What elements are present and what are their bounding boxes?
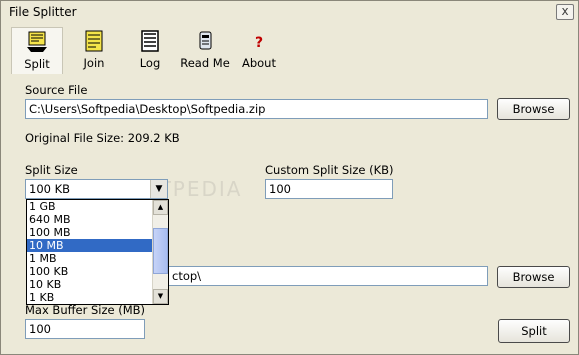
scroll-thumb[interactable] [153, 228, 168, 274]
list-scrollbar[interactable]: ▲ ▼ [152, 200, 168, 304]
original-file-size: Original File Size: 209.2 KB [25, 131, 180, 145]
scroll-up-icon[interactable]: ▲ [153, 200, 168, 215]
window-title: File Splitter [9, 5, 77, 19]
tool-readme-label: Read Me [180, 56, 230, 70]
toolbar: Split Join Log Read Me ? About [11, 27, 571, 75]
destination-browse-button[interactable]: Browse [497, 266, 570, 288]
custom-split-size-label: Custom Split Size (KB) [265, 163, 394, 177]
scroll-down-icon[interactable]: ▼ [153, 289, 168, 304]
file-splitter-window: File Splitter x Split Join Log Read Me ?… [0, 0, 579, 355]
split-size-options-list[interactable]: 1 GB 640 MB 100 MB 10 MB 1 MB 100 KB 10 … [26, 199, 169, 305]
close-icon: x [561, 4, 569, 18]
readme-icon [199, 31, 212, 50]
list-item[interactable]: 100 MB [27, 226, 153, 239]
list-item[interactable]: 1 MB [27, 252, 153, 265]
source-file-label: Source File [25, 83, 88, 97]
list-item[interactable]: 1 KB [27, 291, 153, 304]
list-item[interactable]: 10 KB [27, 278, 153, 291]
tool-join-label: Join [83, 56, 105, 70]
close-button[interactable]: x [556, 4, 574, 20]
title-bar: File Splitter x [1, 1, 578, 23]
log-icon [141, 30, 159, 52]
split-button[interactable]: Split [498, 319, 570, 343]
custom-split-size-input[interactable]: 100 [265, 179, 393, 199]
split-size-dropdown[interactable]: 100 KB ▼ [25, 179, 168, 199]
max-buffer-size-label: Max Buffer Size (MB) [25, 303, 146, 317]
tool-log[interactable]: Log [124, 27, 176, 74]
list-item[interactable]: 100 KB [27, 265, 153, 278]
tool-log-label: Log [139, 56, 161, 70]
split-icon [27, 31, 47, 52]
tool-join[interactable]: Join [68, 27, 120, 74]
join-icon [85, 30, 103, 52]
source-browse-button[interactable]: Browse [497, 98, 570, 120]
tool-readme[interactable]: Read Me [177, 27, 233, 74]
split-size-value: 100 KB [29, 182, 71, 196]
tool-about[interactable]: ? About [233, 27, 285, 74]
tool-about-label: About [241, 56, 276, 70]
list-item-selected[interactable]: 10 MB [27, 239, 153, 252]
list-item[interactable]: 1 GB [27, 200, 153, 213]
list-item[interactable]: 640 MB [27, 213, 153, 226]
tool-split[interactable]: Split [11, 27, 63, 74]
about-icon: ? [255, 35, 263, 51]
split-size-label: Split Size [25, 163, 78, 177]
tool-split-label: Split [24, 57, 50, 71]
source-file-input[interactable]: C:\Users\Softpedia\Desktop\Softpedia.zip [25, 99, 488, 119]
max-buffer-size-input[interactable]: 100 [25, 319, 145, 339]
destination-input[interactable]: ctop\ [168, 266, 488, 286]
svg-text:?: ? [255, 35, 263, 51]
dropdown-arrow-icon[interactable]: ▼ [150, 180, 167, 198]
